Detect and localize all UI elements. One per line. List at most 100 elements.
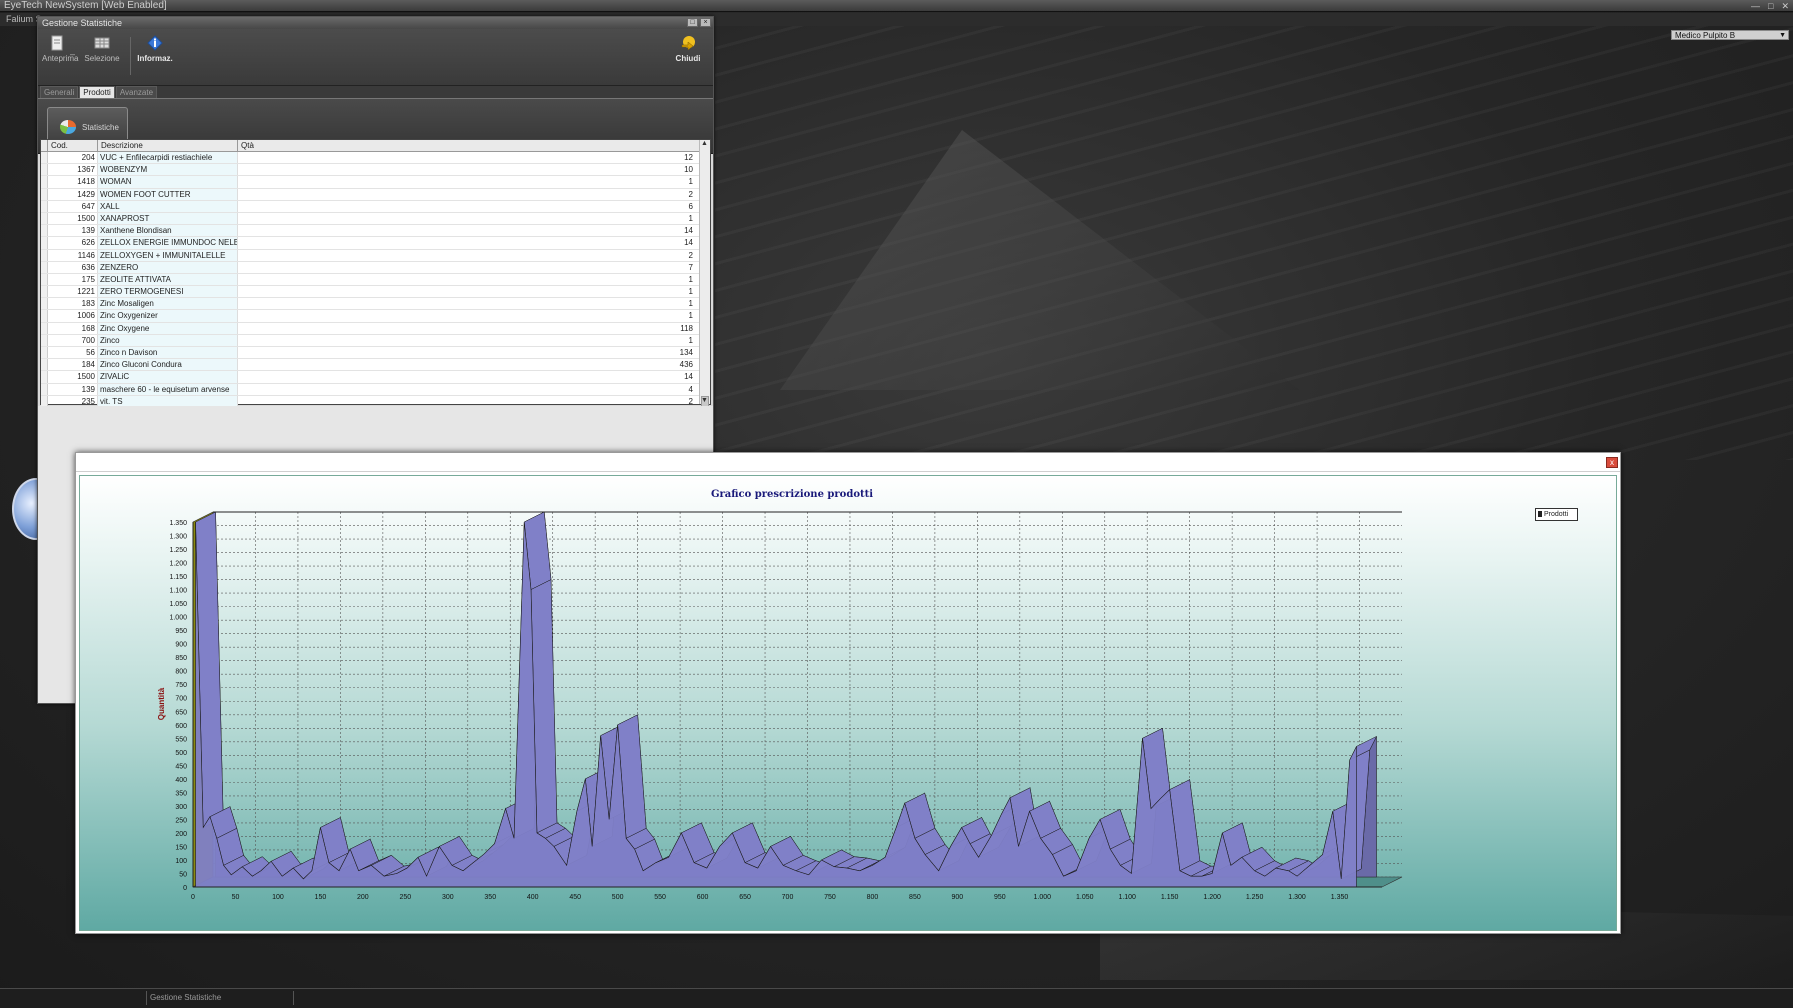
cell-quantity: 2 <box>688 250 693 260</box>
row-indicator <box>41 188 48 200</box>
scroll-down-icon[interactable]: ▼ <box>701 397 708 404</box>
row-indicator <box>41 200 48 212</box>
restore-icon[interactable]: □ <box>687 18 698 27</box>
tab-advanced[interactable]: Avanzate <box>115 86 158 98</box>
table-row[interactable]: 700 Zinco 1 <box>41 334 710 347</box>
cell-description: Zinc Oxygenizer <box>98 310 238 322</box>
cell-description: Xanthene Blondisan <box>98 225 238 237</box>
statistics-button-label: Statistiche <box>82 123 119 132</box>
y-tick-label: 250 <box>175 817 187 824</box>
app-window-controls: — □ ✕ <box>1751 0 1789 12</box>
table-row[interactable]: 1418 WOMAN 1 <box>41 176 710 189</box>
table-row[interactable]: 1500 XANAPROST 1 <box>41 212 710 226</box>
x-tick-label: 1.350 <box>1331 894 1349 901</box>
grid-icon <box>94 37 110 49</box>
dropdown-arrow-icon[interactable]: – <box>70 49 75 59</box>
x-tick-label: 650 <box>739 894 751 901</box>
tab-general[interactable]: Generali <box>40 86 79 98</box>
scroll-up-icon[interactable]: ▲ <box>701 140 708 147</box>
close-icon[interactable]: × <box>700 18 711 27</box>
cell-code: 183 <box>48 298 98 310</box>
background-shape <box>780 130 1300 390</box>
vertical-scrollbar[interactable]: ▲ ▼ <box>699 140 710 410</box>
cell-description: Zinc Mosaligen <box>98 298 238 310</box>
table-row[interactable]: 1146 ZELLOXYGEN + IMMUNITALELLE 2 <box>41 249 710 262</box>
x-tick-label: 700 <box>782 894 794 901</box>
table-row[interactable]: 1367 WOBENZYM 10 <box>41 164 710 177</box>
close-icon[interactable]: x <box>1606 457 1618 468</box>
info-button-label: Informaz. <box>137 54 173 63</box>
selection-button[interactable]: Selezione <box>83 35 121 63</box>
cell-code: 1500 <box>48 371 98 383</box>
cell-quantity: 7 <box>688 262 693 272</box>
y-tick-label: 1.100 <box>169 588 187 595</box>
cell-description: VUC + Enfilecarpidi restiachiele <box>98 152 238 164</box>
cell-code: 1221 <box>48 286 98 298</box>
x-tick-label: 250 <box>399 894 411 901</box>
close-window-label: Chiudi <box>675 54 701 63</box>
table-row[interactable]: 184 Zinco Gluconi Condura 436 <box>41 359 710 372</box>
table-row[interactable]: 1006 Zinc Oxygenizer 1 <box>41 310 710 323</box>
y-tick-label: 800 <box>175 669 187 676</box>
table-row[interactable]: 1221 ZERO TERMOGENESI 1 <box>41 286 710 299</box>
table-row[interactable]: 626 ZELLOX ENERGIE IMMUNDOC NELEX 14 <box>41 237 710 250</box>
status-cell-module: Gestione Statistiche <box>146 991 294 1005</box>
table-row[interactable]: 636 ZENZERO 7 <box>41 261 710 274</box>
table-row[interactable]: 168 Zinc Oxygene 118 <box>41 322 710 335</box>
cell-quantity: 1 <box>688 335 693 345</box>
stats-window-title: Gestione Statistiche <box>42 18 123 28</box>
x-tick-label: 1.250 <box>1246 894 1264 901</box>
table-row[interactable]: 175 ZEOLITE ATTIVATA 1 <box>41 273 710 287</box>
info-button[interactable]: Informaz. <box>135 35 175 63</box>
cell-description: WOBENZYM <box>98 164 238 176</box>
table-row[interactable]: 139 Xanthene Blondisan 14 <box>41 225 710 238</box>
x-tick-label: 400 <box>527 894 539 901</box>
grid-header-code[interactable]: Cod. <box>48 140 98 151</box>
x-tick-label: 450 <box>569 894 581 901</box>
row-indicator <box>41 286 48 298</box>
table-row[interactable]: 204 VUC + Enfilecarpidi restiachiele 12 <box>41 152 710 165</box>
x-tick-label: 50 <box>232 894 240 901</box>
close-window-button[interactable]: Chiudi <box>672 35 704 63</box>
maximize-icon[interactable]: □ <box>1768 0 1773 12</box>
row-indicator <box>41 176 48 188</box>
y-tick-label: 150 <box>175 844 187 851</box>
table-row[interactable]: 1429 WOMEN FOOT CUTTER 2 <box>41 188 710 201</box>
row-indicator <box>41 359 48 371</box>
row-indicator <box>41 164 48 176</box>
cell-code: 1429 <box>48 188 98 200</box>
cell-description: ZIVALiC <box>98 371 238 383</box>
series-area-back <box>215 511 1377 878</box>
y-tick-label: 1.300 <box>169 534 187 541</box>
cell-code: 1500 <box>48 212 98 225</box>
table-row[interactable]: 183 Zinc Mosaligen 1 <box>41 298 710 311</box>
y-tick-label: 1.200 <box>169 561 187 568</box>
y-tick-label: 1.150 <box>169 574 187 581</box>
table-row[interactable]: 139 maschere 60 - le equisetum arvense 4 <box>41 383 710 396</box>
x-tick-label: 1.100 <box>1118 894 1136 901</box>
table-row[interactable]: 647 XALL 6 <box>41 200 710 213</box>
cell-description: Zinco <box>98 334 238 346</box>
stats-toolbar: Anteprima – Selezione Informaz. Chiudi <box>38 29 713 86</box>
preview-button[interactable]: Anteprima <box>42 35 78 63</box>
app-titlebar: EyeTech NewSystem [Web Enabled] — □ ✕ <box>0 0 1793 12</box>
cell-description: XANAPROST <box>98 212 238 225</box>
row-indicator <box>41 212 48 225</box>
cell-code: 56 <box>48 347 98 359</box>
grid-header-description[interactable]: Descrizione <box>98 140 238 151</box>
x-tick-label: 300 <box>442 894 454 901</box>
toolbar-separator <box>130 37 131 75</box>
close-icon[interactable]: ✕ <box>1781 0 1789 12</box>
grid-header-quantity[interactable]: Qtà <box>238 140 696 151</box>
tab-strip: Generali Prodotti Avanzate <box>38 86 713 98</box>
x-tick-label: 1.050 <box>1076 894 1094 901</box>
table-row[interactable]: 56 Zinco n Davison 134 <box>41 347 710 360</box>
legend-label: Prodotti <box>1544 511 1569 518</box>
products-grid: Cod. Descrizione Qtà 204 VUC + Enfilecarp… <box>40 139 711 421</box>
x-tick-label: 1.150 <box>1161 894 1179 901</box>
minimize-icon[interactable]: — <box>1751 0 1760 12</box>
user-dropdown[interactable]: Medico Pulpito B ▼ <box>1671 30 1789 40</box>
table-row[interactable]: 1500 ZIVALiC 14 <box>41 371 710 384</box>
app-title: EyeTech NewSystem [Web Enabled] <box>4 0 167 11</box>
tab-products[interactable]: Prodotti <box>79 86 115 98</box>
